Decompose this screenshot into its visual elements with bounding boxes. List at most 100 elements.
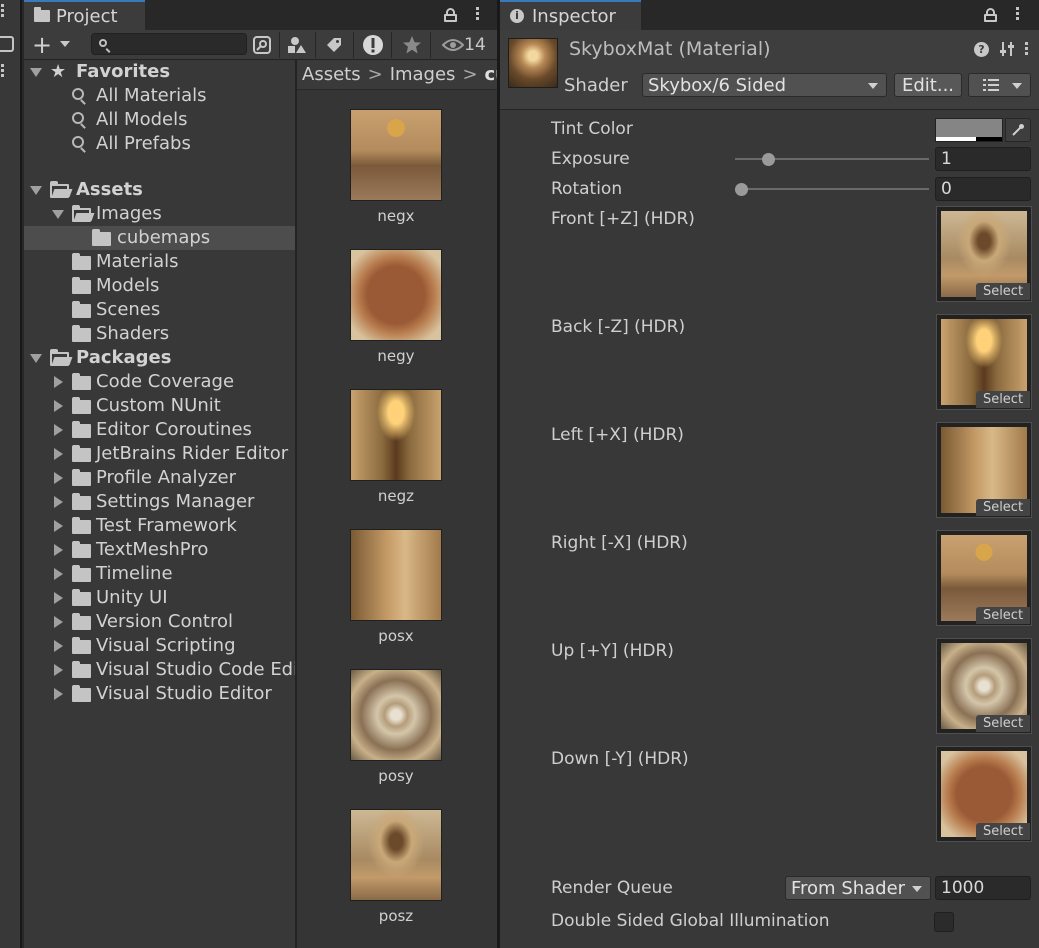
- log-types-icon[interactable]: [360, 31, 386, 59]
- collapse-arrow-icon[interactable]: [54, 448, 63, 460]
- preset-sliders-icon[interactable]: [999, 41, 1015, 57]
- expand-arrow-icon[interactable]: [30, 68, 42, 77]
- texture-select-button[interactable]: Select: [976, 391, 1030, 408]
- tree-package[interactable]: Custom NUnit: [24, 394, 295, 418]
- collapse-arrow-icon[interactable]: [54, 568, 63, 580]
- tree-folder[interactable]: Materials: [24, 250, 295, 274]
- expand-arrow-icon[interactable]: [30, 186, 42, 195]
- expand-arrow-icon[interactable]: [30, 354, 42, 363]
- tree-assets[interactable]: Assets: [24, 178, 295, 202]
- texture-slot[interactable]: Select: [936, 638, 1032, 734]
- exposure-field[interactable]: 1: [935, 147, 1031, 171]
- asset-tile[interactable]: posx: [350, 529, 442, 645]
- maximize-icon[interactable]: [0, 36, 14, 52]
- asset-tile[interactable]: posz: [350, 809, 442, 925]
- rotation-slider-thumb[interactable]: [735, 183, 748, 196]
- help-icon[interactable]: ?: [974, 41, 989, 57]
- collapse-arrow-icon[interactable]: [54, 688, 63, 700]
- tree-folder[interactable]: Scenes: [24, 298, 295, 322]
- tree-package[interactable]: Version Control: [24, 610, 295, 634]
- tree-package[interactable]: Visual Studio Code Edi: [24, 658, 295, 682]
- collapse-arrow-icon[interactable]: [54, 376, 63, 388]
- create-plus-icon[interactable]: +: [32, 33, 52, 57]
- tint-color-field[interactable]: [935, 118, 1003, 142]
- texture-select-button[interactable]: Select: [976, 823, 1030, 840]
- tab-project[interactable]: Project: [24, 0, 145, 30]
- tree-package[interactable]: Visual Studio Editor: [24, 682, 295, 706]
- breadcrumb-item[interactable]: Images: [390, 64, 456, 85]
- tree-package[interactable]: TextMeshPro: [24, 538, 295, 562]
- texture-slot[interactable]: Select: [936, 746, 1032, 842]
- texture-select-button[interactable]: Select: [976, 283, 1030, 300]
- tree-folder[interactable]: Models: [24, 274, 295, 298]
- asset-tile[interactable]: negx: [350, 109, 442, 225]
- rotation-slider-track[interactable]: [735, 188, 929, 190]
- collapse-arrow-icon[interactable]: [54, 472, 63, 484]
- tree-package[interactable]: Visual Scripting: [24, 634, 295, 658]
- eyedropper-icon[interactable]: [1005, 118, 1031, 142]
- lock-icon[interactable]: [984, 8, 997, 22]
- create-dropdown-caret-icon[interactable]: [60, 41, 70, 47]
- tree-package[interactable]: Editor Coroutines: [24, 418, 295, 442]
- texture-select-button[interactable]: Select: [976, 607, 1030, 624]
- collapse-arrow-icon[interactable]: [54, 544, 63, 556]
- texture-slot[interactable]: Select: [936, 206, 1032, 302]
- collapse-arrow-icon[interactable]: [54, 424, 63, 436]
- tree-packages[interactable]: Packages: [24, 346, 295, 370]
- favorite-star-icon[interactable]: [399, 31, 425, 59]
- tree-favorite-item[interactable]: All Prefabs: [24, 132, 295, 156]
- shader-dropdown[interactable]: Skybox/6 Sided: [642, 73, 887, 97]
- tree-package[interactable]: JetBrains Rider Editor: [24, 442, 295, 466]
- collapse-arrow-icon[interactable]: [54, 520, 63, 532]
- tree-package[interactable]: Timeline: [24, 562, 295, 586]
- tree-cubemaps[interactable]: cubemaps: [24, 226, 295, 250]
- breadcrumb-item[interactable]: Assets: [302, 64, 361, 85]
- edit-shader-button[interactable]: Edit...: [894, 73, 962, 97]
- texture-slot[interactable]: Select: [936, 314, 1032, 410]
- filter-by-type-icon[interactable]: [284, 31, 310, 59]
- render-queue-field[interactable]: 1000: [935, 876, 1031, 900]
- collapse-arrow-icon[interactable]: [54, 640, 63, 652]
- breadcrumb-item[interactable]: cu: [485, 64, 497, 85]
- collapse-arrow-icon[interactable]: [54, 496, 63, 508]
- texture-slot[interactable]: Select: [936, 530, 1032, 626]
- tree-package[interactable]: Code Coverage: [24, 370, 295, 394]
- texture-select-button[interactable]: Select: [976, 715, 1030, 732]
- tree-favorite-item[interactable]: All Models: [24, 108, 295, 132]
- tab-inspector[interactable]: i Inspector: [500, 0, 641, 30]
- search-input[interactable]: [91, 33, 247, 55]
- collapse-arrow-icon[interactable]: [54, 664, 63, 676]
- tree-package[interactable]: Profile Analyzer: [24, 466, 295, 490]
- tree-folder[interactable]: Shaders: [24, 322, 295, 346]
- expand-arrow-icon[interactable]: [52, 210, 64, 219]
- search-icon: [72, 112, 84, 124]
- asset-tile[interactable]: posy: [350, 669, 442, 785]
- kebab-menu-icon[interactable]: [1016, 7, 1020, 22]
- tree-package[interactable]: Settings Manager: [24, 490, 295, 514]
- render-queue-dropdown[interactable]: From Shader: [785, 876, 931, 900]
- collapse-arrow-icon[interactable]: [54, 400, 63, 412]
- rotation-field[interactable]: 0: [935, 177, 1031, 201]
- filter-by-label-icon[interactable]: [321, 31, 347, 59]
- texture-select-button[interactable]: Select: [976, 499, 1030, 516]
- double-sided-gi-checkbox[interactable]: [934, 912, 954, 932]
- kebab-menu-icon[interactable]: [1025, 41, 1029, 57]
- asset-tile[interactable]: negy: [350, 249, 442, 365]
- tree-package[interactable]: Test Framework: [24, 514, 295, 538]
- tree-favorite-item[interactable]: All Materials: [24, 84, 295, 108]
- collapse-arrow-icon[interactable]: [54, 592, 63, 604]
- lock-icon[interactable]: [444, 8, 457, 22]
- search-in-window-icon[interactable]: [250, 31, 274, 59]
- tree-package[interactable]: Unity UI: [24, 586, 295, 610]
- texture-slot[interactable]: Select: [936, 422, 1032, 518]
- hidden-packages-toggle[interactable]: 14: [438, 31, 490, 59]
- kebab-menu-icon[interactable]: [1, 4, 5, 19]
- tree-images[interactable]: Images: [24, 202, 295, 226]
- kebab-menu-icon[interactable]: [1, 64, 5, 79]
- collapse-arrow-icon[interactable]: [54, 616, 63, 628]
- shader-options-dropdown[interactable]: [968, 73, 1031, 97]
- kebab-menu-icon[interactable]: [476, 7, 480, 22]
- tree-favorites[interactable]: ★ Favorites: [24, 60, 295, 84]
- exposure-slider-thumb[interactable]: [762, 153, 776, 166]
- asset-tile[interactable]: negz: [350, 389, 442, 505]
